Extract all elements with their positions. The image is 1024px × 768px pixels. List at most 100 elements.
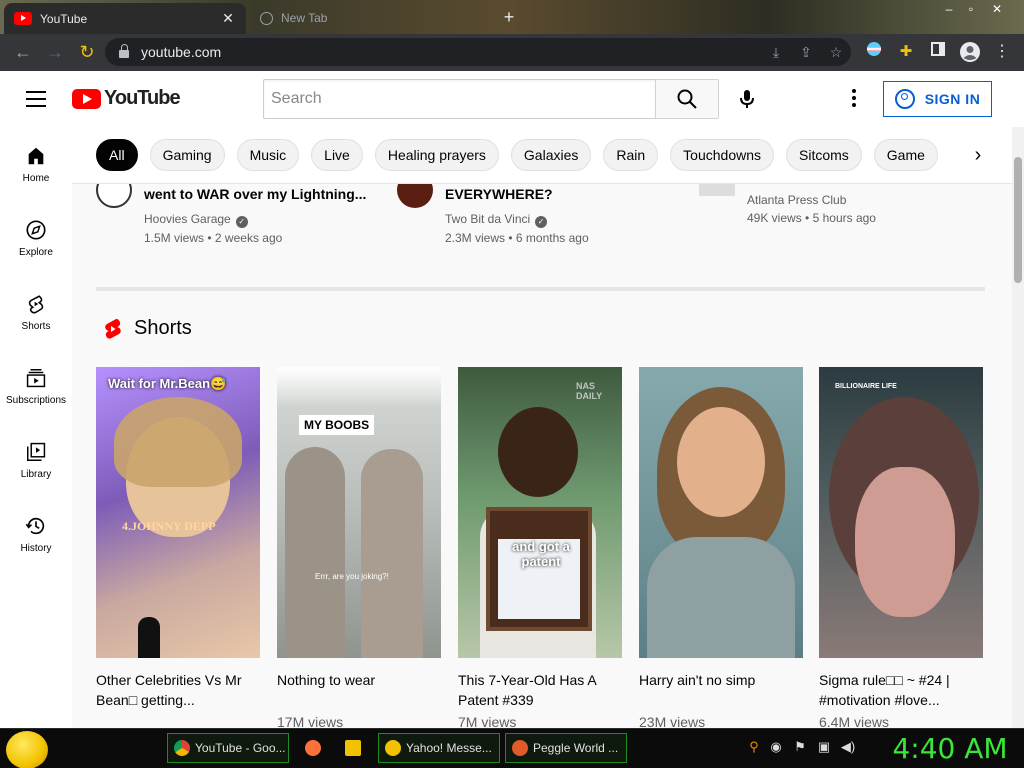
profile-avatar-icon[interactable]: [959, 41, 981, 63]
search-button[interactable]: [655, 79, 719, 119]
taskbar-item-peggle[interactable]: Peggle World ...: [505, 733, 627, 763]
filter-chip-bar: All Gaming Music Live Healing prayers Ga…: [72, 127, 1024, 184]
tab-new-tab[interactable]: New Tab: [252, 6, 472, 30]
short-thumbnail[interactable]: MY BOOBS Errr, are you joking?!: [277, 367, 441, 658]
sidebar-item-explore[interactable]: Explore: [0, 205, 72, 279]
voice-search-mic-icon[interactable]: [735, 87, 759, 111]
short-overlay-text: and got a patent: [512, 539, 570, 569]
channel-name[interactable]: Atlanta Press Club: [747, 193, 846, 207]
youtube-logo[interactable]: YouTube: [72, 87, 181, 110]
taskbar-item-firefox[interactable]: [298, 733, 332, 763]
peggle-icon: [512, 740, 528, 756]
search-input[interactable]: [271, 90, 655, 108]
maximize-window-button[interactable]: ▫: [960, 0, 982, 20]
chip-live[interactable]: Live: [311, 139, 363, 171]
verified-check-icon: ✓: [535, 216, 548, 228]
sidebar-item-label: History: [20, 543, 52, 554]
sidebar-item-subscriptions[interactable]: Subscriptions: [0, 353, 72, 427]
action-center-flag-icon[interactable]: ⚑: [792, 739, 808, 755]
short-title[interactable]: Nothing to wear: [277, 670, 441, 710]
network-icon[interactable]: ▣: [816, 739, 832, 755]
volume-icon[interactable]: ◀): [840, 739, 856, 755]
browser-menu-icon[interactable]: ⋮: [991, 41, 1013, 63]
chip-touchdowns[interactable]: Touchdowns: [670, 139, 774, 171]
sidebar-item-library[interactable]: Library: [0, 427, 72, 501]
hamburger-menu-icon[interactable]: [26, 91, 46, 107]
chip-all[interactable]: All: [96, 139, 138, 171]
chip-music[interactable]: Music: [236, 139, 300, 171]
side-panel-icon[interactable]: [927, 41, 949, 63]
taskbar-item-yahoo-messenger[interactable]: Yahoo! Messe...: [378, 733, 500, 763]
short-thumbnail[interactable]: [639, 367, 803, 658]
globe-icon: [260, 11, 273, 25]
close-tab-icon[interactable]: ✕: [220, 10, 236, 27]
video-title[interactable]: EVERYWHERE?: [445, 186, 665, 202]
install-app-icon[interactable]: ⤓: [761, 44, 791, 61]
tab-title-new: New Tab: [281, 11, 328, 25]
short-title[interactable]: This 7-Year-Old Has A Patent #339: [458, 670, 622, 710]
share-icon[interactable]: ⇪: [791, 44, 821, 61]
search-box[interactable]: [263, 79, 656, 119]
channel-logo[interactable]: [699, 184, 735, 196]
short-thumbnail[interactable]: BILLIONAIRE LIFE: [819, 367, 983, 658]
settings-menu-icon[interactable]: [846, 87, 862, 111]
video-card[interactable]: Atlanta Press Club 49K views • 5 hours a…: [699, 184, 979, 264]
minimize-window-button[interactable]: –: [938, 0, 960, 20]
tab-title: YouTube: [40, 11, 88, 26]
taskbar-item-folder[interactable]: [338, 733, 372, 763]
channel-name[interactable]: Hoovies Garage ✓: [144, 212, 248, 228]
short-card[interactable]: MY BOOBS Errr, are you joking?! Nothing …: [277, 367, 441, 728]
short-card[interactable]: Wait for Mr.Bean😅 4.JOHNNY DEPP Other Ce…: [96, 367, 260, 710]
chip-gaming[interactable]: Gaming: [149, 139, 225, 171]
close-window-button[interactable]: ✕: [986, 0, 1008, 20]
channel-avatar[interactable]: [397, 184, 433, 208]
new-tab-button[interactable]: +: [498, 6, 520, 28]
short-thumbnail[interactable]: Wait for Mr.Bean😅 4.JOHNNY DEPP: [96, 367, 260, 658]
sign-in-label: SIGN IN: [924, 91, 981, 107]
os-taskbar: YouTube - Goo... Yahoo! Messe... Peggle …: [0, 728, 1024, 768]
taskbar-clock[interactable]: 4:40 AM: [880, 731, 1020, 767]
short-thumbnail[interactable]: NAS DAILY and got a patent: [458, 367, 622, 658]
sign-in-button[interactable]: SIGN IN: [883, 81, 992, 117]
scrollbar-thumb[interactable]: [1014, 157, 1022, 283]
video-title[interactable]: went to WAR over my Lightning...: [144, 186, 366, 202]
firefox-icon: [305, 740, 321, 756]
short-title[interactable]: Sigma rule□□ ~ #24 | #motivation #love..…: [819, 670, 983, 710]
search-tray-icon[interactable]: ⚲: [746, 739, 762, 755]
forward-arrow-icon[interactable]: →: [40, 37, 70, 67]
chip-healing-prayers[interactable]: Healing prayers: [374, 139, 499, 171]
video-card[interactable]: EVERYWHERE? Two Bit da Vinci ✓ 2.3M views…: [397, 184, 677, 264]
youtube-play-logo-icon: [72, 88, 101, 109]
page-scrollbar[interactable]: [1012, 127, 1024, 728]
short-title[interactable]: Other Celebrities Vs Mr Bean□ getting...: [96, 670, 260, 710]
chevron-right-icon[interactable]: ›: [966, 143, 990, 167]
search-icon: [677, 89, 697, 109]
shorts-shelf-header: Shorts: [104, 317, 192, 340]
short-card[interactable]: BILLIONAIRE LIFE Sigma rule□□ ~ #24 | #m…: [819, 367, 983, 728]
chip-rain[interactable]: Rain: [603, 139, 659, 171]
face-shape: [855, 467, 955, 617]
chip-galaxies[interactable]: Galaxies: [510, 139, 592, 171]
chip-game[interactable]: Game: [873, 139, 938, 171]
reload-icon[interactable]: ↻: [72, 37, 102, 67]
start-button-smiley-icon[interactable]: [6, 731, 48, 768]
channel-avatar[interactable]: [96, 184, 132, 208]
channel-name[interactable]: Two Bit da Vinci ✓: [445, 212, 548, 228]
taskbar-item-chrome[interactable]: YouTube - Goo...: [167, 733, 289, 763]
tab-youtube[interactable]: YouTube ✕: [4, 3, 246, 34]
sidebar-item-history[interactable]: History: [0, 501, 72, 575]
short-card[interactable]: Harry ain't no simp 23M views: [639, 367, 803, 728]
extensions-puzzle-icon[interactable]: ✚: [895, 41, 917, 63]
view-count: 1.5M views: [144, 231, 205, 245]
messenger-tray-icon[interactable]: ◉: [768, 739, 784, 755]
bookmark-star-icon[interactable]: ☆: [821, 44, 851, 61]
chip-sitcoms[interactable]: Sitcoms: [786, 139, 862, 171]
short-card[interactable]: NAS DAILY and got a patent This 7-Year-O…: [458, 367, 622, 728]
address-bar[interactable]: youtube.com ⤓ ⇪ ☆: [105, 38, 851, 66]
sidebar-item-home[interactable]: Home: [0, 131, 72, 205]
back-arrow-icon[interactable]: ←: [8, 37, 38, 67]
short-title[interactable]: Harry ain't no simp: [639, 670, 803, 710]
extension-flag-icon[interactable]: [863, 41, 885, 63]
sidebar-item-shorts[interactable]: Shorts: [0, 279, 72, 353]
video-card[interactable]: went to WAR over my Lightning... Hoovies…: [96, 184, 376, 264]
